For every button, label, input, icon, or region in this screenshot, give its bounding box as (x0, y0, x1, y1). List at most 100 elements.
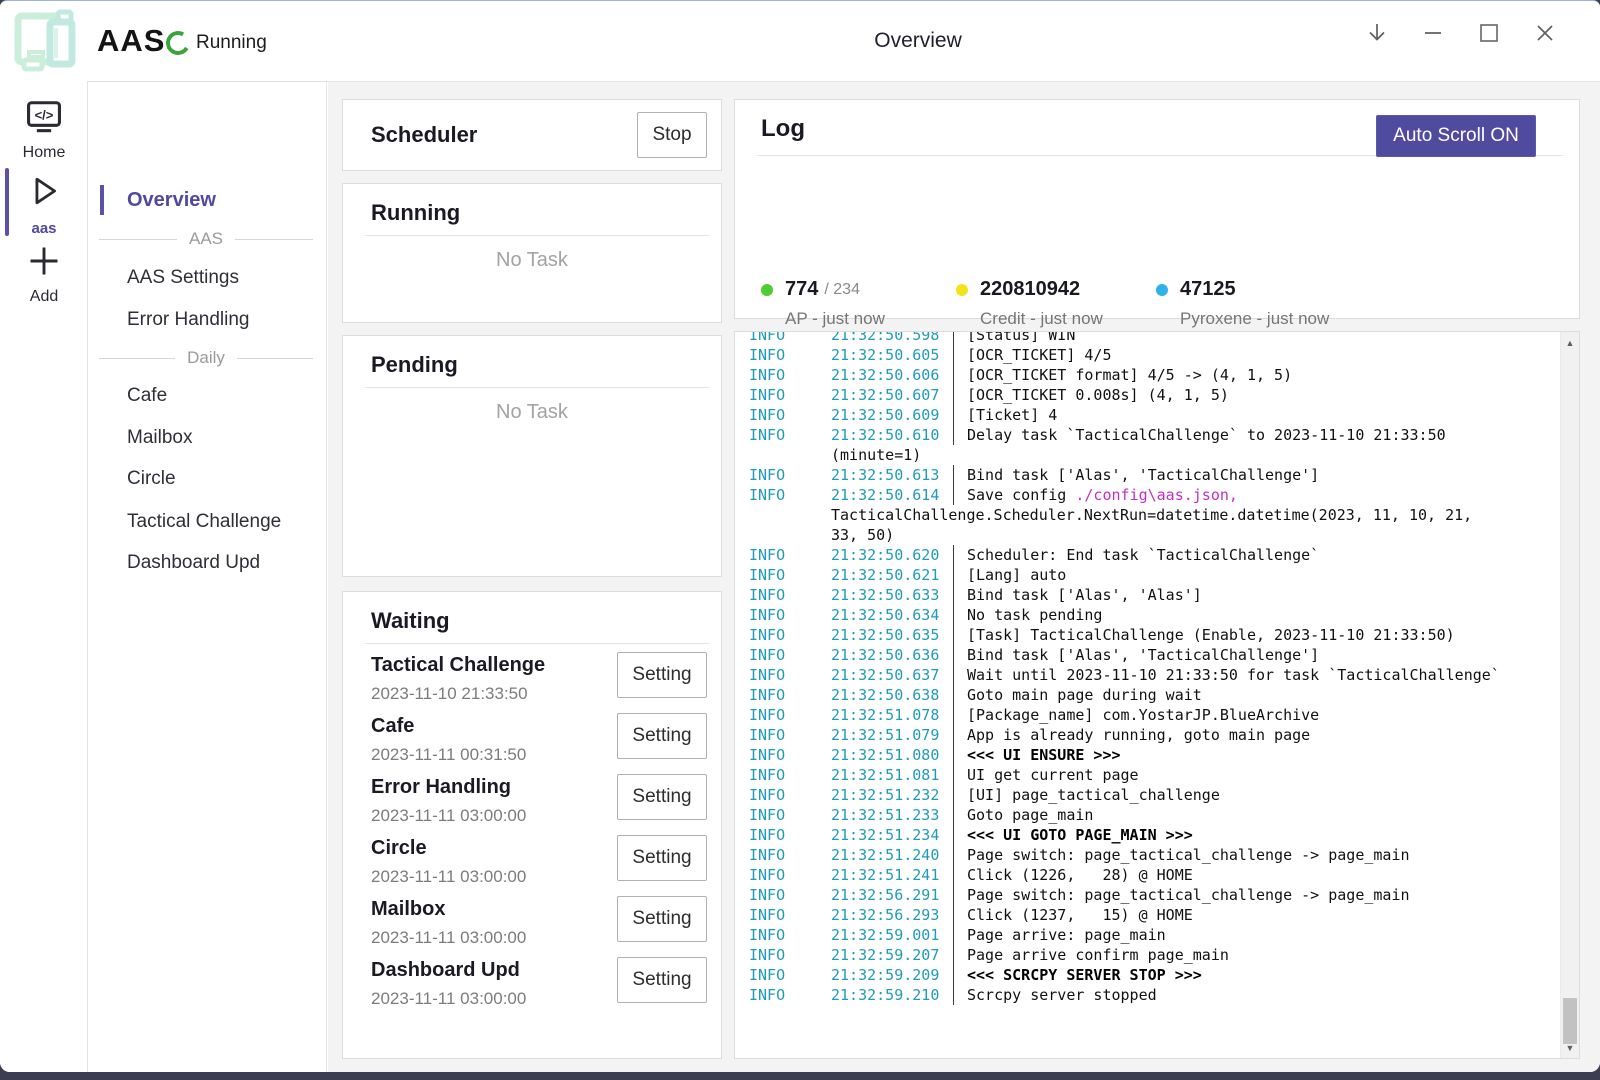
log-timestamp: 21:32:59.209 (831, 965, 953, 985)
nav-item-tactical-challenge[interactable]: Tactical Challenge (89, 507, 327, 537)
nav-item-dashboard-upd[interactable]: Dashboard Upd (89, 548, 327, 578)
log-level: INFO (749, 705, 831, 725)
task-setting-button[interactable]: Setting (617, 835, 707, 881)
waiting-card: Waiting Tactical Challenge2023-11-10 21:… (342, 591, 722, 1059)
task-info: Mailbox 2023-11-11 03:00:00 (371, 896, 526, 948)
stat-total: / 234 (824, 281, 860, 299)
task-name: Dashboard Upd (371, 959, 526, 982)
task-setting-button[interactable]: Setting (617, 957, 707, 1003)
log-level: INFO (749, 825, 831, 845)
pending-divider (365, 387, 709, 388)
task-next-run: 2023-11-11 03:00:00 (371, 928, 526, 948)
nav-item-mailbox[interactable]: Mailbox (89, 423, 327, 453)
scrollbar-up-icon[interactable]: ▲ (1561, 334, 1579, 351)
scrollbar-down-icon[interactable]: ▼ (1561, 1039, 1579, 1056)
task-info: Circle2023-11-11 03:00:00 (371, 835, 526, 887)
nav-item-circle[interactable]: Circle (89, 464, 327, 494)
log-message: Scheduler: End task `TacticalChallenge` (953, 545, 1319, 565)
pending-empty-text: No Task (343, 401, 721, 424)
task-info: Cafe 2023-11-11 00:31:50 (371, 713, 526, 765)
app-name: AAS (97, 23, 165, 59)
nav-item-overview[interactable]: Overview (89, 185, 327, 215)
log-timestamp: 21:32:50.620 (831, 545, 953, 565)
log-timestamp: 21:32:51.240 (831, 845, 953, 865)
stop-button[interactable]: Stop (637, 112, 707, 158)
log-message: [Lang] auto (953, 565, 1066, 585)
log-level: INFO (749, 965, 831, 985)
log-message: App is already running, goto main page (953, 725, 1310, 745)
log-message: [UI] page_tactical_challenge (953, 785, 1220, 805)
log-line: INFO21:32:56.293Click (1237, 15) @ HOME (735, 905, 1558, 925)
log-stat: 774/ 234AP - just now (761, 278, 885, 329)
log-message: Click (1226, 28) @ HOME (953, 865, 1193, 885)
log-message: [OCR_TICKET format] 4/5 -> (4, 1, 5) (953, 365, 1292, 385)
rail-item-add[interactable]: Add (0, 243, 88, 306)
log-level: INFO (749, 905, 831, 925)
log-timestamp: 21:32:51.079 (831, 725, 953, 745)
running-divider (365, 235, 709, 236)
nav-item-error-handling[interactable]: Error Handling (89, 305, 327, 335)
waiting-list: Tactical Challenge2023-11-10 21:33:50 Set… (343, 652, 721, 1018)
nav-group-divider-aas: AAS (89, 224, 327, 254)
scrollbar-thumb[interactable] (1563, 998, 1577, 1044)
task-setting-button[interactable]: Setting (617, 713, 707, 759)
log-line: INFO21:32:50.633Bind task ['Alas', 'Alas… (735, 585, 1558, 605)
log-line: INFO21:32:51.079App is already running, … (735, 725, 1558, 745)
nav-item-aas-settings[interactable]: AAS Settings (89, 263, 327, 293)
log-message: [Package_name] com.YostarJP.BlueArchive (953, 705, 1319, 725)
log-timestamp: 21:32:59.210 (831, 985, 953, 1005)
log-line-continuation: 33, 50) (735, 525, 1558, 545)
task-name: Cafe (371, 715, 526, 738)
log-timestamp: 21:32:50.609 (831, 405, 953, 425)
play-icon (24, 171, 64, 211)
task-setting-button[interactable]: Setting (617, 896, 707, 942)
log-line: INFO21:32:50.613Bind task ['Alas', 'Tact… (735, 465, 1558, 485)
log-level: INFO (749, 625, 831, 645)
task-next-run: 2023-11-11 03:00:00 (371, 989, 526, 1009)
task-setting-button[interactable]: Setting (617, 652, 707, 698)
log-level: INFO (749, 465, 831, 485)
log-timestamp: 21:32:50.605 (831, 345, 953, 365)
download-icon[interactable] (1362, 17, 1392, 49)
rail-item-aas[interactable]: aas (0, 171, 88, 237)
close-icon[interactable] (1530, 17, 1560, 49)
log-line: INFO21:32:51.232[UI] page_tactical_chall… (735, 785, 1558, 805)
stat-label: AP - just now (785, 309, 885, 329)
log-line: INFO21:32:50.610Delay task `TacticalChal… (735, 425, 1558, 445)
log-message: Scrcpy server stopped (953, 985, 1157, 1005)
nav-item-label: Mailbox (127, 427, 192, 449)
log-stat: 220810942Credit - just now (956, 278, 1103, 329)
log-message: <<< UI GOTO PAGE_MAIN >>> (953, 825, 1193, 845)
stat-dot-icon (956, 284, 968, 296)
maximize-icon[interactable] (1474, 17, 1504, 49)
task-name: Mailbox (371, 898, 526, 921)
scheduler-status-text: Running (196, 32, 267, 54)
nav-item-cafe[interactable]: Cafe (89, 381, 327, 411)
task-info: Tactical Challenge2023-11-10 21:33:50 (371, 652, 545, 704)
running-card: Running No Task (342, 183, 722, 323)
divider-line (99, 239, 177, 240)
log-line: INFO21:32:50.609[Ticket] 4 (735, 405, 1558, 425)
waiting-task-row: Cafe 2023-11-11 00:31:50 Setting (343, 713, 721, 774)
task-info: Dashboard Upd 2023-11-11 03:00:00 (371, 957, 526, 1009)
window-controls (1362, 17, 1560, 49)
log-line-continuation: (minute=1) (735, 445, 1558, 465)
scheduler-card: Scheduler Stop (342, 99, 722, 171)
nav-item-label: Dashboard Upd (127, 552, 260, 574)
task-name: Circle (371, 837, 526, 860)
task-name: Tactical Challenge (371, 654, 545, 677)
auto-scroll-button[interactable]: Auto Scroll ON (1376, 115, 1536, 157)
log-level: INFO (749, 765, 831, 785)
running-empty-text: No Task (343, 249, 721, 272)
log-timestamp: 21:32:50.637 (831, 665, 953, 685)
minimize-icon[interactable] (1418, 17, 1448, 49)
log-timestamp: 21:32:50.635 (831, 625, 953, 645)
log-scrollbar[interactable]: ▲ ▼ (1560, 332, 1579, 1058)
log-message: Page arrive confirm page_main (953, 945, 1229, 965)
rail-item-home[interactable]: </> Home (0, 99, 88, 162)
task-next-run: 2023-11-11 00:31:50 (371, 745, 526, 765)
task-setting-button[interactable]: Setting (617, 774, 707, 820)
rail-item-label: Home (0, 144, 88, 162)
nav-item-label: AAS Settings (127, 267, 239, 289)
log-line: INFO21:32:51.240Page switch: page_tactic… (735, 845, 1558, 865)
